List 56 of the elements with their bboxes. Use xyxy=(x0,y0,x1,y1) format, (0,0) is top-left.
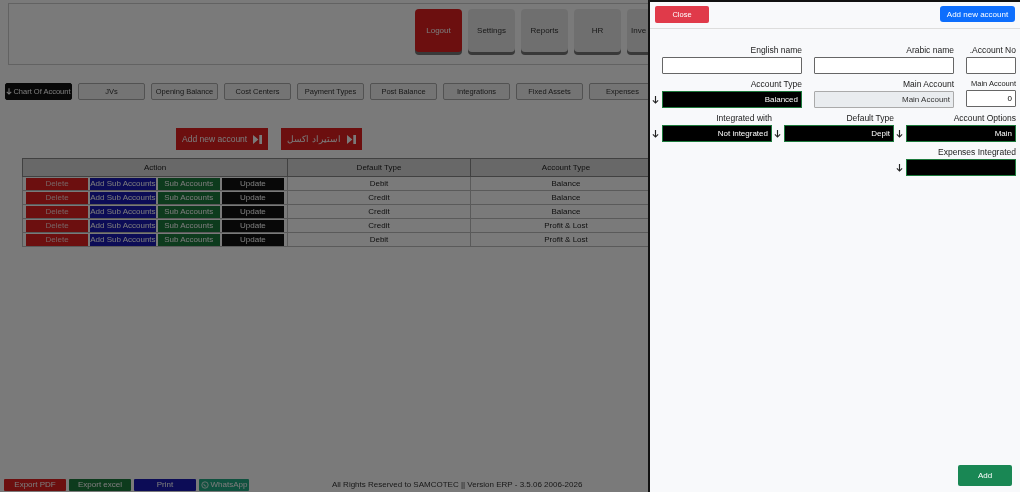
row-action-button[interactable]: Update xyxy=(221,205,284,218)
table-cell: Debit xyxy=(287,176,471,191)
footer-button[interactable]: WhatsApp xyxy=(199,478,249,491)
nav-button[interactable]: Logout xyxy=(415,9,462,52)
field-label: Expenses Integrated xyxy=(938,147,1016,157)
field-label: .Account No xyxy=(969,45,1016,55)
select-field[interactable]: Not integrated xyxy=(662,125,772,142)
field-label: Account Type xyxy=(750,79,802,89)
row-action-button[interactable]: Update xyxy=(221,233,284,246)
row-action-button[interactable]: Sub Accounts xyxy=(157,191,220,204)
copyright-text: All Rights Reserved to SAMCOTEC || Version ERP - 3.5.06 2006-2026 xyxy=(332,480,583,489)
row-action-button[interactable]: Add Sub Accounts xyxy=(90,233,156,246)
field-label: Arabic name xyxy=(906,45,954,55)
row-action-button[interactable]: Delete xyxy=(26,205,89,218)
field-label: Default Type xyxy=(846,113,894,123)
select-field[interactable]: Main xyxy=(906,125,1016,142)
table-cell: Debit xyxy=(287,232,471,247)
add-button[interactable]: Add xyxy=(958,465,1012,486)
field-label: English name xyxy=(750,45,802,55)
row-action-button[interactable]: Sub Accounts xyxy=(157,205,220,218)
row-action-button[interactable]: Update xyxy=(221,177,284,190)
table-cell: Credit xyxy=(287,218,471,233)
row-action-button[interactable]: Sub Accounts xyxy=(157,233,220,246)
footer-button[interactable]: Export excel xyxy=(69,478,131,491)
row-action-button[interactable]: Add Sub Accounts xyxy=(90,191,156,204)
column-header: Account Type xyxy=(470,158,650,177)
input-field[interactable]: 0 xyxy=(966,90,1016,107)
field-label: Main Account xyxy=(902,79,954,89)
table-cell: Credit xyxy=(287,190,471,205)
row-action-button[interactable]: Update xyxy=(221,191,284,204)
row-action-button[interactable]: Add Sub Accounts xyxy=(90,177,156,190)
action-button[interactable]: استيراد اكسل xyxy=(281,128,362,150)
nav-button[interactable]: Settings xyxy=(468,9,515,52)
column-header: Action xyxy=(22,158,288,177)
column-header: Default Type xyxy=(287,158,471,177)
nav-button[interactable]: Reports xyxy=(521,9,568,52)
nav-button[interactable]: Inve xyxy=(627,9,650,52)
action-button[interactable]: Add new account xyxy=(176,128,269,150)
table-cell: Credit xyxy=(287,204,471,219)
field-label: Account Options xyxy=(953,113,1016,123)
row-action-button[interactable]: Add Sub Accounts xyxy=(90,219,156,232)
row-action-button[interactable]: Add Sub Accounts xyxy=(90,205,156,218)
row-action-button[interactable]: Delete xyxy=(26,191,89,204)
row-action-button[interactable]: Sub Accounts xyxy=(157,219,220,232)
row-action-button[interactable]: Delete xyxy=(26,219,89,232)
footer-button[interactable]: Export PDF xyxy=(4,478,66,491)
add-new-account-button[interactable]: Add new account xyxy=(940,6,1015,22)
nav-button[interactable]: HR xyxy=(574,9,621,52)
row-action-button[interactable]: Sub Accounts xyxy=(157,177,220,190)
row-action-button[interactable]: Delete xyxy=(26,233,89,246)
row-action-button[interactable]: Delete xyxy=(26,177,89,190)
select-field[interactable]: Depit xyxy=(784,125,894,142)
footer-button[interactable]: Print xyxy=(134,478,196,491)
field-label: Integrated with xyxy=(716,113,772,123)
row-action-button[interactable]: Update xyxy=(221,219,284,232)
select-field[interactable]: Balanced xyxy=(662,91,802,108)
